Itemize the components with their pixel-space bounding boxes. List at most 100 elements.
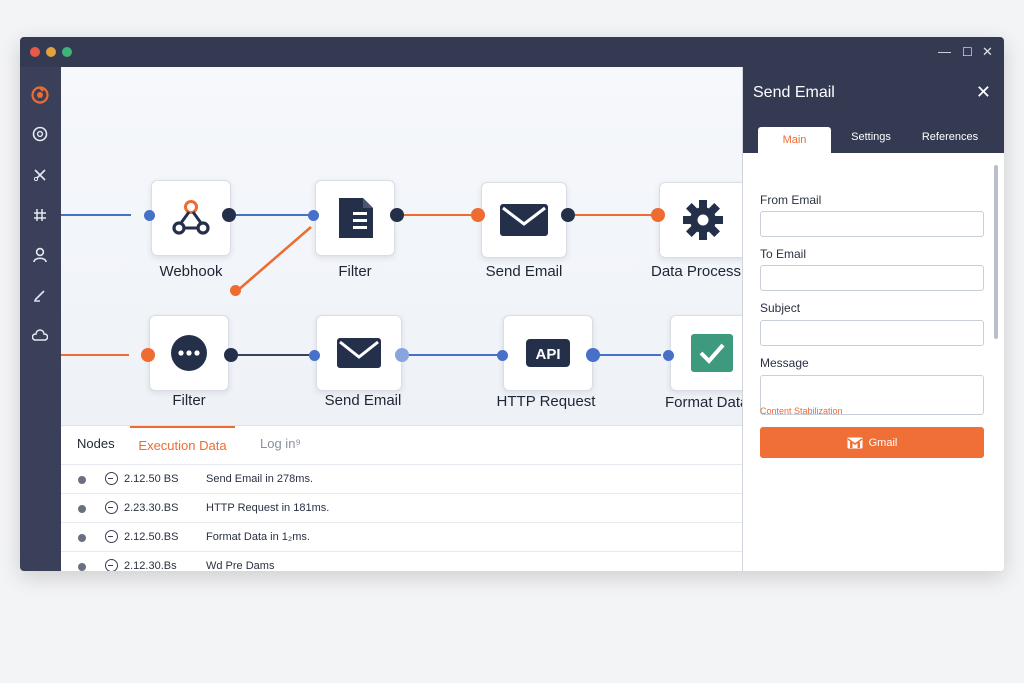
node-settings-panel: Send Email ✕ Main Settings References Fr…	[742, 67, 1004, 571]
node-label: Send Email	[324, 392, 402, 409]
log-message: Format Data in 1₂ms.	[206, 531, 310, 543]
output-port[interactable]	[561, 208, 575, 222]
cloud-icon[interactable]	[28, 323, 52, 347]
http-request-node[interactable]: API	[503, 315, 593, 391]
clock-icon	[105, 559, 118, 571]
check-icon	[691, 334, 733, 372]
log-row[interactable]: 2.12.30.Bs Wd Pre Dams	[61, 551, 742, 571]
hint-text: Content Stabilization	[760, 406, 843, 416]
window-close-button[interactable]: ✕	[982, 44, 993, 60]
log-time: 2.12.30.Bs	[124, 560, 177, 571]
gmail-button-label: Gmail	[868, 436, 898, 449]
logo-icon[interactable]	[28, 83, 52, 107]
envelope-icon	[500, 204, 548, 236]
status-dot-icon	[78, 476, 86, 484]
user-icon[interactable]	[28, 243, 52, 267]
input-port[interactable]	[651, 208, 665, 222]
send-email-node-1[interactable]	[481, 182, 567, 258]
svg-text:API: API	[535, 346, 560, 363]
log-time: 2.12.50.BS	[124, 531, 179, 543]
connection-line	[236, 226, 312, 292]
from-email-label: From Email	[760, 193, 822, 207]
to-email-field[interactable]	[760, 265, 984, 291]
log-message: Wd Pre Dams	[206, 560, 275, 571]
filter-node-1[interactable]	[315, 180, 395, 256]
gear-icon	[683, 200, 723, 240]
execution-log-panel: Nodes Execution Data Log in⁹ 2.12.50 BS …	[61, 425, 742, 571]
output-port[interactable]	[390, 208, 404, 222]
panel-tabs: Main Settings References	[743, 121, 1004, 153]
window-minimize-button[interactable]: —	[938, 44, 951, 60]
send-email-node-2[interactable]	[316, 315, 402, 391]
data-processing-node[interactable]	[659, 182, 742, 258]
title-bar: — ☐ ✕	[20, 37, 1004, 67]
cross-icon[interactable]	[28, 163, 52, 187]
input-port[interactable]	[144, 210, 155, 221]
tab-references[interactable]: References	[910, 125, 990, 149]
node-label: Filter	[338, 263, 372, 280]
output-port[interactable]	[222, 208, 236, 222]
log-time: 2.12.50 BS	[124, 473, 179, 485]
webhook-icon	[172, 200, 210, 235]
panel-scrollbar[interactable]	[994, 165, 998, 339]
input-port[interactable]	[497, 350, 508, 361]
to-email-label: To Email	[760, 247, 807, 261]
log-message: HTTP Request in 181ms.	[206, 502, 330, 514]
close-icon[interactable]: ✕	[976, 82, 991, 103]
panel-title: Send Email	[753, 84, 835, 101]
envelope-icon	[337, 338, 381, 368]
input-port[interactable]	[141, 348, 155, 362]
panel-header: Send Email ✕	[743, 67, 1004, 121]
message-label: Message	[760, 356, 809, 370]
close-dot-icon[interactable]	[30, 47, 40, 57]
from-email-field[interactable]	[760, 211, 984, 237]
tab-execution-data[interactable]: Execution Data	[130, 426, 235, 453]
api-icon: API	[526, 339, 570, 367]
status-dot-icon	[78, 534, 86, 542]
clock-icon	[105, 472, 118, 485]
input-port[interactable]	[309, 350, 320, 361]
clock-icon	[105, 501, 118, 514]
tab-main[interactable]: Main	[758, 127, 831, 153]
edit-icon[interactable]	[28, 283, 52, 307]
hash-icon[interactable]	[28, 203, 52, 227]
output-port[interactable]	[224, 348, 238, 362]
filter-node-2[interactable]	[149, 315, 229, 391]
input-port[interactable]	[308, 210, 319, 221]
output-port[interactable]	[395, 348, 409, 362]
document-icon	[339, 198, 373, 238]
minimize-dot-icon[interactable]	[46, 47, 56, 57]
log-row[interactable]: 2.12.50 BS Send Email in 278ms.	[61, 464, 742, 493]
workflow-canvas[interactable]: API Webhook Filter Send Email Data Proce…	[61, 67, 742, 425]
webhook-node[interactable]	[151, 180, 231, 256]
log-row[interactable]: 2.12.50.BS Format Data in 1₂ms.	[61, 522, 742, 551]
node-label: Data Processing	[651, 263, 742, 280]
tab-log-in[interactable]: Log in⁹	[260, 436, 301, 458]
output-port[interactable]	[586, 348, 600, 362]
node-label: Webhook	[159, 263, 223, 280]
subject-field[interactable]	[760, 320, 984, 346]
input-port[interactable]	[663, 350, 674, 361]
log-row[interactable]: 2.23.30.BS HTTP Request in 181ms.	[61, 493, 742, 522]
input-port[interactable]	[471, 208, 485, 222]
log-message: Send Email in 278ms.	[206, 473, 313, 485]
sidebar	[20, 67, 61, 571]
node-label: HTTP Request	[496, 393, 596, 410]
log-time: 2.23.30.BS	[124, 502, 179, 514]
more-dots-icon	[171, 335, 207, 371]
tab-settings[interactable]: Settings	[833, 125, 909, 149]
node-label: Send Email	[485, 263, 563, 280]
grid-icon[interactable]	[28, 122, 52, 146]
gmail-icon	[847, 437, 863, 448]
clock-icon	[105, 530, 118, 543]
window-maximize-button[interactable]: ☐	[962, 44, 973, 60]
format-data-node[interactable]	[670, 315, 742, 391]
zoom-dot-icon[interactable]	[62, 47, 72, 57]
gmail-button[interactable]: Gmail	[760, 427, 984, 458]
app-window: — ☐ ✕ API Webhook Filter Send Email Data…	[20, 37, 1004, 571]
status-dot-icon	[78, 505, 86, 513]
node-label: Format Data	[665, 394, 742, 411]
output-port[interactable]	[230, 285, 241, 296]
tab-nodes[interactable]: Nodes	[77, 436, 115, 458]
node-label: Filter	[172, 392, 206, 409]
